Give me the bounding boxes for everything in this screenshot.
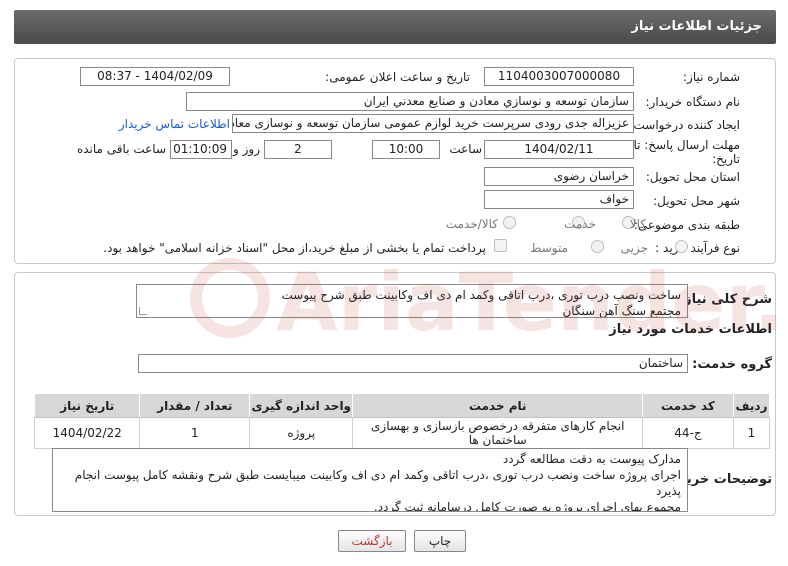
process-label: نوع فرآیند خرید : xyxy=(655,241,740,255)
summary-line-2: مجتمع سنگ آهن سنگان xyxy=(562,304,681,318)
category-label: طبقه بندی موضوعی: xyxy=(633,218,740,232)
requester-label: ایجاد کننده درخواست: xyxy=(629,118,740,132)
buyer-org-label: نام دستگاه خریدار: xyxy=(645,95,741,109)
column-header-quantity: تعداد / مقدار xyxy=(139,393,251,418)
cell-need-date: 1404/02/22 xyxy=(33,417,141,449)
cell-service-name: انجام کارهای متفرقه درخصوص بازسازی و بهس… xyxy=(352,417,643,449)
table-row: 1 ج-44 انجام کارهای متفرقه درخصوص بازساز… xyxy=(33,417,771,449)
column-header-date: تاریخ نیاز xyxy=(33,393,141,418)
column-header-unit: واحد اندازه گیری xyxy=(249,393,354,418)
deadline-label-line1: مهلت ارسال پاسخ: تا xyxy=(633,138,740,152)
requester-field: عزیزاله جدی رودی سرپرست خرید لوازم عمومی… xyxy=(232,114,634,133)
resize-handle[interactable] xyxy=(139,307,147,315)
deadline-time-label: ساعت xyxy=(449,142,482,156)
buyer-notes-line-1: مدارک پیوست به دقت مطالعه گردد xyxy=(502,452,681,466)
process-radio-minor[interactable] xyxy=(675,240,688,253)
buyer-notes-textarea[interactable]: مدارک پیوست به دقت مطالعه گردد اجرای پرو… xyxy=(52,448,688,512)
city-field: خواف xyxy=(484,190,634,209)
category-option-goods-service: کالا/خدمت xyxy=(445,217,498,231)
category-radio-goods-service[interactable] xyxy=(503,216,516,229)
buyer-notes-line-3: پذیرد xyxy=(656,484,681,498)
time-remaining-label: ساعت باقی مانده xyxy=(76,142,166,156)
category-option-service: خدمت xyxy=(564,217,596,231)
page-title-bar: جزئیات اطلاعات نیاز xyxy=(14,10,776,44)
deadline-label-line2: تاریخ: xyxy=(712,152,740,166)
services-table-header: ردیف کد خدمت نام خدمت واحد اندازه گیری ت… xyxy=(33,393,771,418)
province-label: استان محل تحویل: xyxy=(645,170,740,184)
need-number-field: 1104003007000080 xyxy=(484,67,634,86)
services-table: ردیف کد خدمت نام خدمت واحد اندازه گیری ت… xyxy=(33,393,771,449)
page-title: جزئیات اطلاعات نیاز xyxy=(631,19,762,34)
service-group-field: ساختمان xyxy=(138,354,688,373)
buyer-org-field: سازمان توسعه و نوسازي معادن و صنايع معدن… xyxy=(186,92,634,111)
announce-label: تاریخ و ساعت اعلان عمومی: xyxy=(325,70,470,84)
buyer-notes-line-2: اجرای پروژه ساخت ونصب درب توری ،درب اتاق… xyxy=(74,468,681,482)
category-option-goods: کالا xyxy=(629,217,646,231)
deadline-time-field: 10:00 xyxy=(372,140,440,159)
treasury-payment-checkbox[interactable] xyxy=(494,239,507,252)
cell-unit: پروژه xyxy=(249,417,354,449)
city-label: شهر محل تحویل: xyxy=(653,194,740,208)
cell-row-number: 1 xyxy=(732,417,771,449)
need-number-label: شماره نیاز: xyxy=(683,70,740,84)
summary-label: شرح کلی نیاز: xyxy=(678,292,772,307)
back-button[interactable]: بازگشت xyxy=(338,530,406,552)
service-group-label: گروه خدمت: xyxy=(692,357,772,372)
deadline-date-field: 1404/02/11 xyxy=(484,140,634,159)
province-field: خراسان رضوی xyxy=(484,167,634,186)
announce-field: 1404/02/09 - 08:37 xyxy=(80,67,230,86)
buyer-notes-line-4: مجموع بهای اجرای پروژه به صورت کامل درسا… xyxy=(373,500,681,512)
buyer-contact-link[interactable]: اطلاعات تماس خریدار xyxy=(119,117,230,131)
need-info-panel xyxy=(14,58,776,264)
summary-line-1: ساخت ونصب درب توری ،درب اتاقی وکمد ام دی… xyxy=(281,288,681,302)
cell-service-code: ج-44 xyxy=(641,417,734,449)
column-header-name: نام خدمت xyxy=(352,393,643,418)
days-remaining-field: 2 xyxy=(264,140,332,159)
process-option-minor: جزیی xyxy=(620,241,648,255)
column-header-code: کد خدمت xyxy=(641,393,734,418)
summary-textarea[interactable]: ساخت ونصب درب توری ،درب اتاقی وکمد ام دی… xyxy=(136,284,688,318)
process-option-medium: متوسط xyxy=(530,241,568,255)
time-remaining-field: 01:10:09 xyxy=(170,140,232,159)
print-button[interactable]: چاپ xyxy=(414,530,466,552)
cell-quantity: 1 xyxy=(139,417,251,449)
column-header-row: ردیف xyxy=(732,393,771,418)
services-section-title: اطلاعات خدمات مورد نیاز xyxy=(609,322,772,337)
treasury-payment-note: پرداخت تمام یا بخشی از مبلغ خرید،از محل … xyxy=(103,241,486,255)
days-label: روز و xyxy=(233,142,260,156)
process-radio-medium[interactable] xyxy=(591,240,604,253)
